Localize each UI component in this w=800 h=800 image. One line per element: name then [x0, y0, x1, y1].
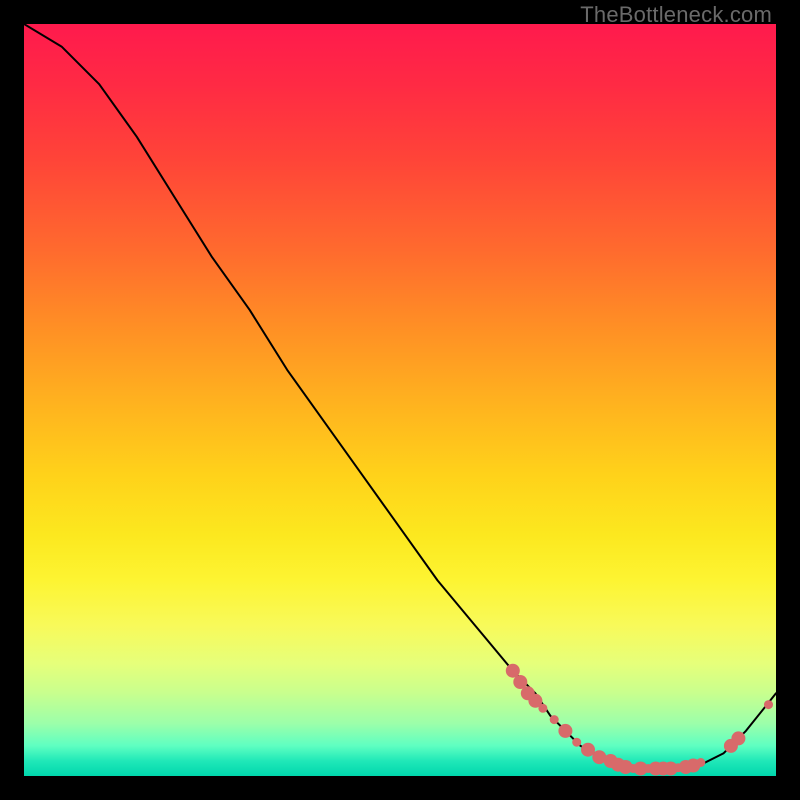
data-marker — [558, 724, 572, 738]
chart-svg — [24, 24, 776, 776]
bottleneck-curve — [24, 24, 776, 769]
chart-plot-area — [24, 24, 776, 776]
data-marker — [731, 731, 745, 745]
data-marker — [550, 715, 559, 724]
watermark-text: TheBottleneck.com — [580, 2, 772, 28]
data-marker — [696, 758, 705, 767]
data-marker — [538, 704, 547, 713]
marker-layer — [506, 664, 773, 776]
data-marker — [572, 738, 581, 747]
chart-frame: TheBottleneck.com — [0, 0, 800, 800]
data-marker — [764, 700, 773, 709]
